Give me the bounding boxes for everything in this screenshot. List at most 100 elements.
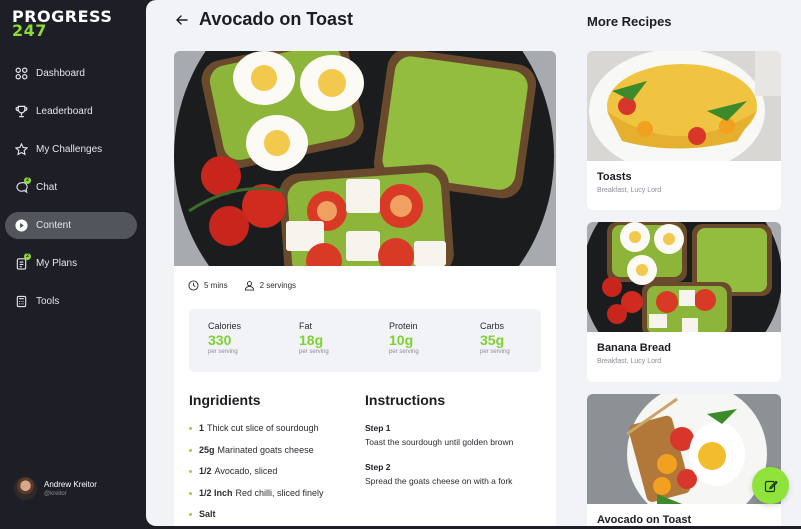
ingredient-qty: 25g: [199, 444, 215, 455]
plans-badge: 2: [24, 253, 31, 260]
ingredients-list: 1 Thick cut slice of sourdough 25g Marinat…: [189, 423, 349, 526]
play-icon: [15, 219, 28, 232]
prep-time-text: 5 mins: [204, 281, 228, 290]
sidebar-item-label: Chat: [36, 182, 58, 193]
nutrition-protein: Protein 10g per serving: [389, 321, 419, 355]
list-item: 1/2 Inch Red chilli, sliced finely: [189, 488, 349, 510]
servings-text: 2 servings: [259, 281, 297, 290]
bullet: [189, 427, 192, 430]
sidebar-item-label: Tools: [36, 296, 60, 307]
nutrition-fat: Fat 18g per serving: [299, 321, 329, 355]
instruction-step: Step 1 Toast the sourdough until golden …: [365, 423, 530, 449]
ingredient-text: Marinated goats cheese: [217, 444, 314, 455]
list-item: 1 Thick cut slice of sourdough: [189, 423, 349, 445]
ingredient-text: Thick cut slice of sourdough: [207, 423, 319, 433]
instructions-list: Step 1 Toast the sourdough until golden …: [365, 423, 530, 501]
sidebar-nav: Dashboard Leaderboard My Challenges 2 Ch…: [5, 60, 137, 326]
nutrition-label: Protein: [389, 321, 418, 331]
sidebar: PROGRESS 247 Dashboard Leaderboard My Ch…: [0, 0, 146, 529]
recipe-card-avocado-on-toast[interactable]: Avocado on Toast: [587, 394, 781, 526]
page-title: Avocado on Toast: [199, 9, 354, 29]
logo-number: 247: [12, 21, 47, 40]
sidebar-item-label: Leaderboard: [36, 106, 93, 117]
ingredient-qty: 1/2: [199, 466, 212, 476]
ingredient-qty: Salt: [199, 509, 216, 519]
trophy-icon: [15, 105, 28, 118]
ingredient-qty: 1/2 Inch: [199, 487, 233, 498]
recipe-card-title: Avocado on Toast: [597, 514, 692, 526]
sidebar-item-leaderboard[interactable]: Leaderboard: [5, 98, 137, 125]
list-item: 25g Marinated goats cheese: [189, 445, 349, 467]
list-item: 1/2 Avocado, sliced: [189, 466, 349, 488]
recipe-card-title: Banana Bread: [597, 342, 671, 354]
recipe-card-toasts[interactable]: Toasts Breakfast, Lucy Lord: [587, 51, 781, 210]
bullet: [189, 448, 192, 452]
sidebar-item-my-plans[interactable]: 2 My Plans: [5, 250, 137, 277]
star-icon: [15, 143, 28, 156]
nutrition-unit: per serving: [480, 349, 510, 355]
nutrition-value: 18g: [299, 332, 324, 348]
instruction-step: Step 2 Spread the goats cheese on with a…: [365, 462, 530, 488]
list-item: Salt: [189, 509, 349, 526]
sidebar-item-content[interactable]: Content: [5, 212, 137, 239]
nutrition-value: 10g: [389, 332, 414, 348]
instructions-heading: Instructions: [365, 392, 446, 408]
bullet: [189, 470, 192, 473]
calculator-icon: [15, 295, 28, 308]
ingredient-text: Avocado, sliced: [214, 466, 278, 476]
recipe-card-subtitle: Breakfast, Lucy Lord: [597, 358, 662, 365]
recipe-hero-image: [174, 51, 556, 266]
recipe-card-subtitle: Breakfast, Lucy Lord: [597, 187, 662, 194]
chat-icon: 2: [15, 177, 31, 194]
nutrition-carbs: Carbs 35g per serving: [480, 321, 510, 355]
step-text: Toast the sourdough until golden brown: [365, 437, 514, 447]
nutrition-calories: Calories 330 per serving: [208, 321, 241, 355]
nutrition-unit: per serving: [389, 349, 419, 355]
nutrition-label: Carbs: [480, 321, 505, 331]
chat-badge: 2: [24, 177, 31, 184]
more-recipes-heading: More Recipes: [587, 14, 672, 29]
ingredient-qty: 1: [199, 423, 205, 433]
recipe-thumbnail: [587, 51, 781, 161]
clipboard-icon: 2: [15, 253, 31, 270]
prep-time: 5 mins: [188, 280, 228, 291]
edit-button[interactable]: [752, 467, 789, 504]
nutrition-label: Calories: [208, 321, 242, 331]
avatar: [14, 477, 37, 500]
clock-icon: [188, 280, 199, 291]
step-text: Spread the goats cheese on with a fork: [365, 476, 513, 486]
grid-icon: [15, 67, 28, 80]
recipe-meta: 5 mins 2 servings: [188, 280, 312, 291]
nutrition-unit: per serving: [208, 349, 238, 355]
step-title: Step 2: [365, 462, 391, 472]
nutrition-panel: Calories 330 per serving Fat 18g per ser…: [189, 309, 541, 372]
sidebar-item-dashboard[interactable]: Dashboard: [5, 60, 137, 87]
person-icon: [244, 281, 254, 291]
servings: 2 servings: [244, 280, 296, 291]
user-name: Andrew Kreitor: [44, 480, 97, 489]
step-title: Step 1: [365, 423, 391, 433]
edit-icon: [764, 480, 778, 492]
ingredients-heading: Ingridients: [189, 392, 261, 408]
main-panel: Avocado on Toast 5 mins 2 servings Calor…: [146, 0, 801, 526]
sidebar-item-tools[interactable]: Tools: [5, 288, 137, 315]
user-profile[interactable]: Andrew Kreitor @kreitor: [14, 477, 97, 500]
sidebar-item-label: Dashboard: [36, 68, 85, 79]
nutrition-unit: per serving: [299, 349, 329, 355]
user-handle: @kreitor: [44, 491, 67, 497]
recipe-card: 5 mins 2 servings Calories 330 per servi…: [174, 51, 556, 526]
bullet: [189, 513, 192, 516]
recipe-thumbnail: [587, 222, 781, 332]
back-arrow-icon[interactable]: [174, 12, 190, 28]
nutrition-value: 330: [208, 332, 232, 348]
sidebar-item-chat[interactable]: 2 Chat: [5, 174, 137, 201]
sidebar-item-label: My Challenges: [36, 144, 103, 155]
recipe-card-banana-bread[interactable]: Banana Bread Breakfast, Lucy Lord: [587, 222, 781, 382]
ingredient-text: Red chilli, sliced finely: [235, 487, 324, 498]
sidebar-item-label: My Plans: [36, 258, 78, 269]
sidebar-item-my-challenges[interactable]: My Challenges: [5, 136, 137, 163]
app-logo[interactable]: PROGRESS 247: [12, 9, 112, 40]
nutrition-value: 35g: [480, 332, 505, 348]
bullet: [189, 491, 192, 495]
nutrition-label: Fat: [299, 321, 313, 331]
